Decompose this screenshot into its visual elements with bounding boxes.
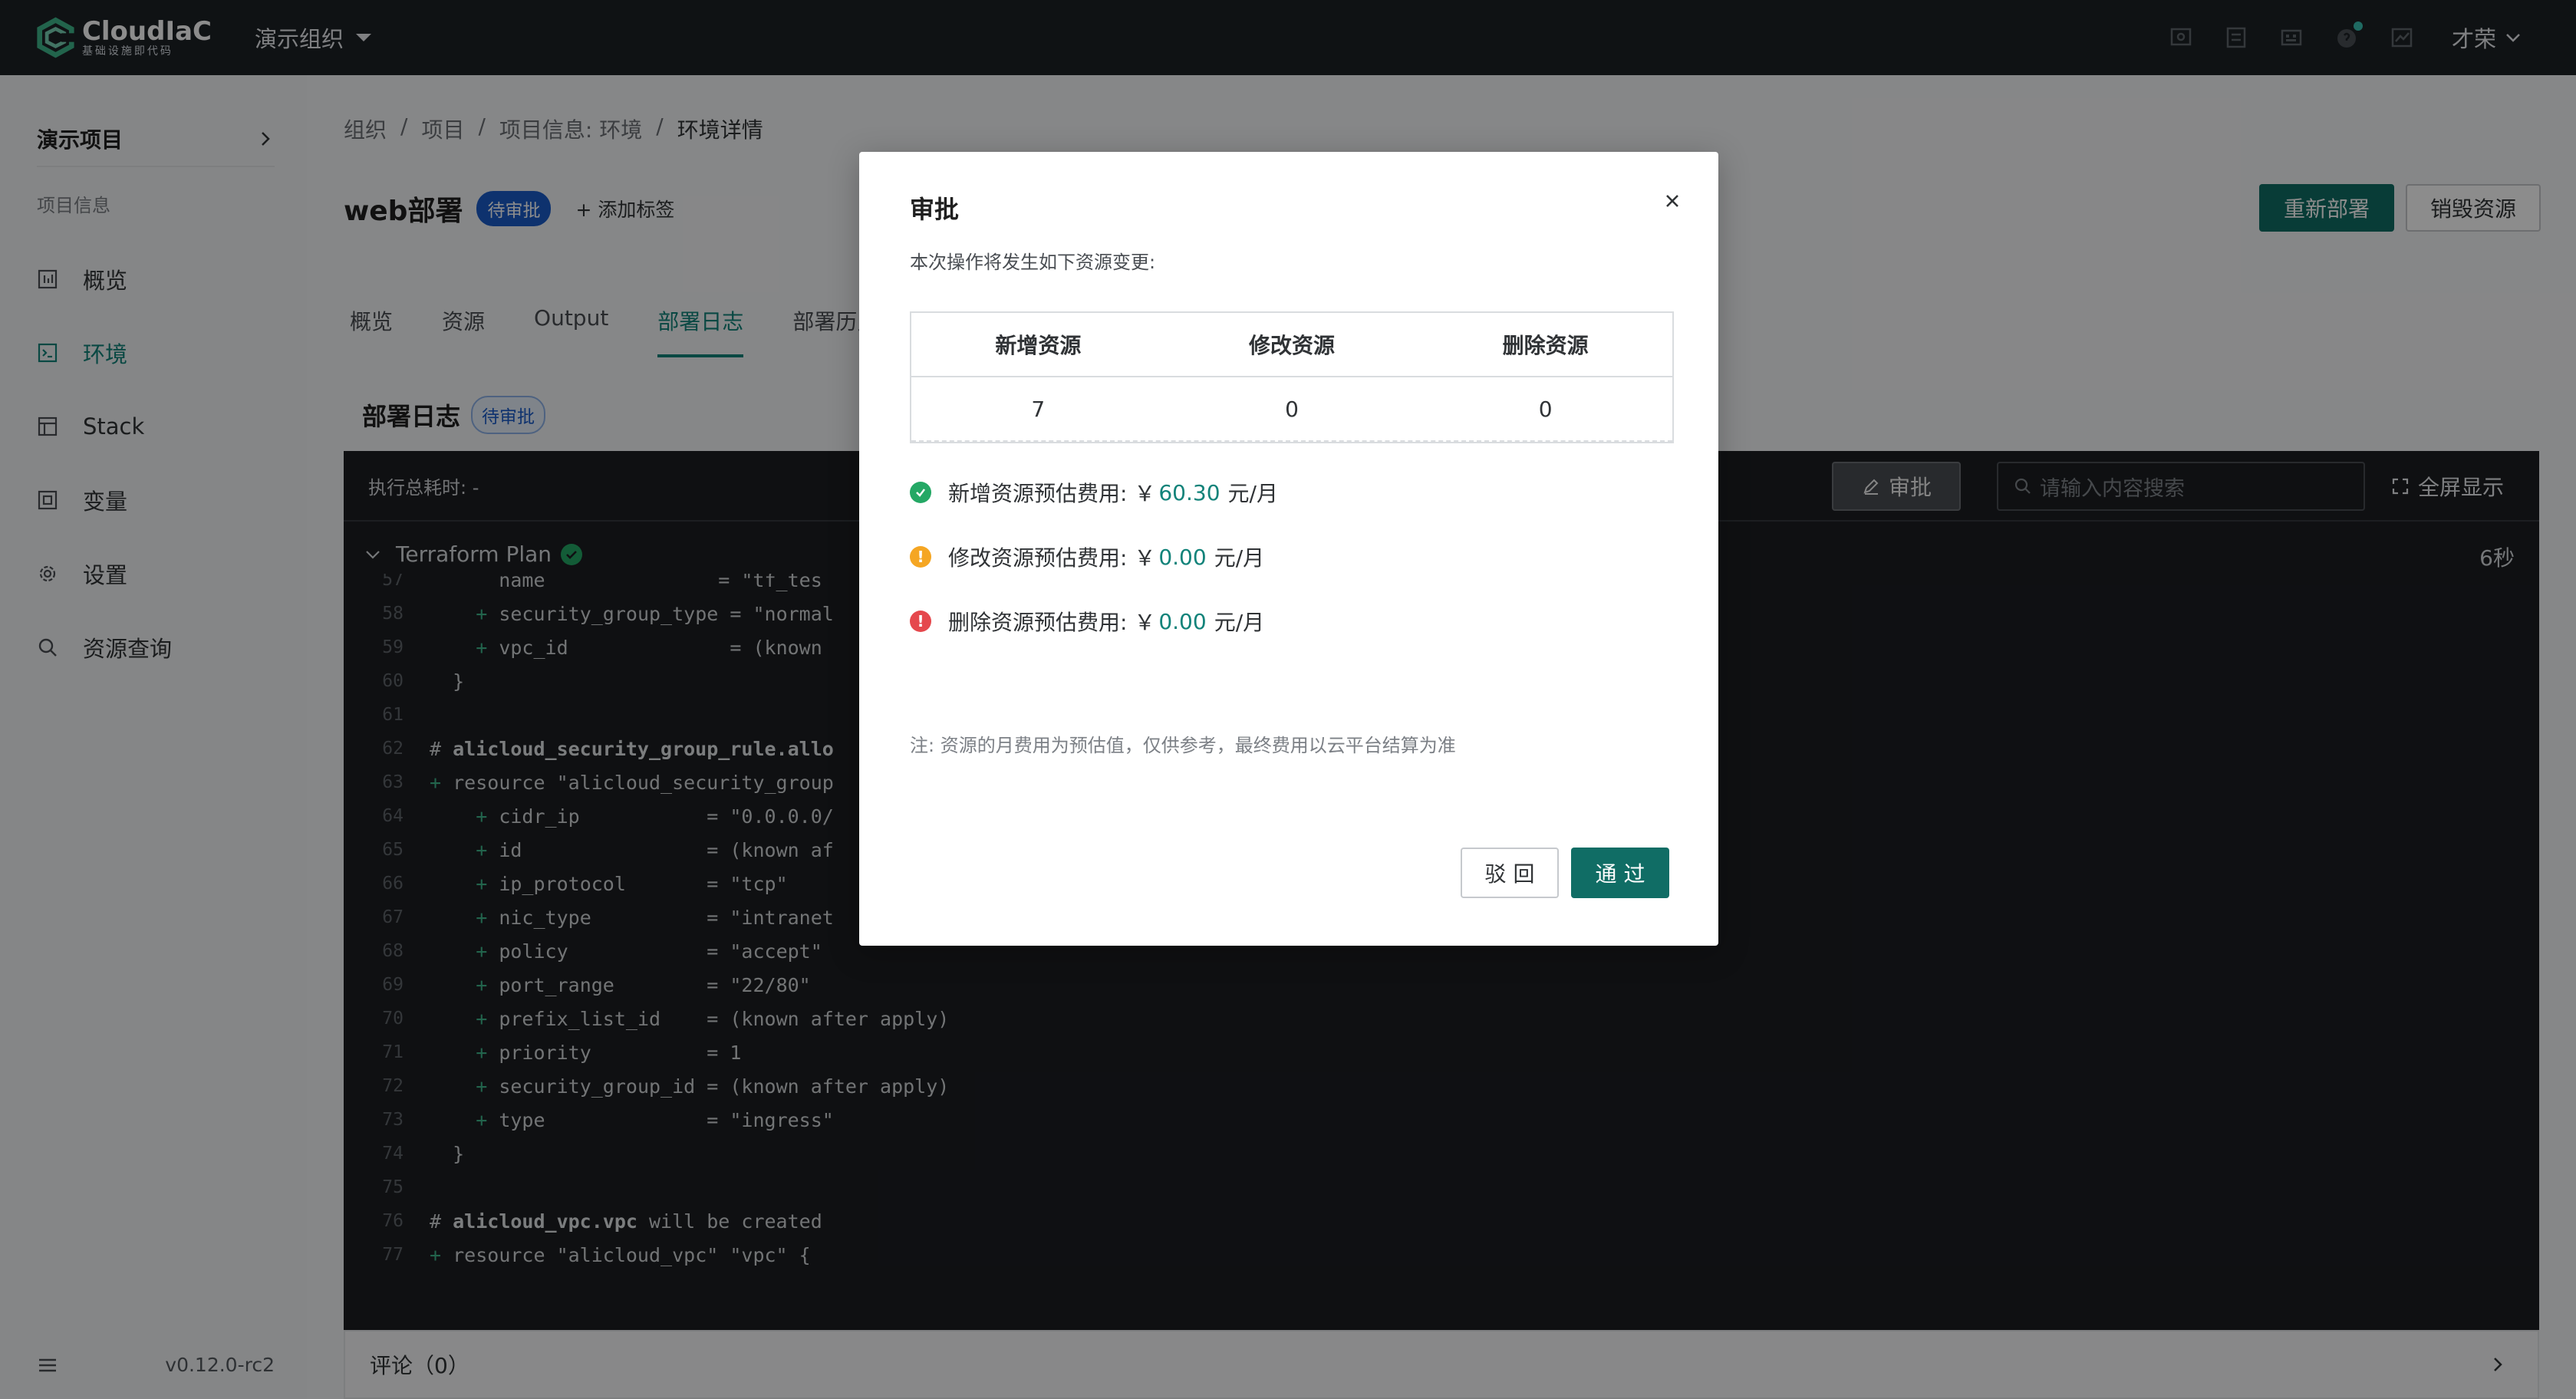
cost-value: 0.00 — [1158, 544, 1207, 570]
cost-value: 0.00 — [1158, 608, 1207, 634]
cost-unit: 元/月 — [1214, 610, 1265, 635]
reject-button[interactable]: 驳 回 — [1461, 848, 1559, 898]
pass-button[interactable]: 通 过 — [1571, 848, 1669, 898]
success-check-icon — [910, 482, 931, 503]
cost-deleted: ! 删除资源预估费用: ￥ 0.00 元/月 — [910, 606, 1264, 637]
value-deleted: 0 — [1538, 396, 1553, 422]
resource-change-table: 新增资源 修改资源 删除资源 7 0 0 — [910, 311, 1674, 443]
header-added: 新增资源 — [995, 333, 1082, 358]
approval-modal: 审批 本次操作将发生如下资源变更: 新增资源 修改资源 删除资源 7 0 0 新… — [859, 152, 1718, 946]
cost-unit: 元/月 — [1214, 545, 1265, 571]
cost-modified: ! 修改资源预估费用: ￥ 0.00 元/月 — [910, 541, 1264, 572]
cost-label: 新增资源预估费用: ￥ — [948, 481, 1156, 506]
value-added: 7 — [1031, 396, 1046, 422]
error-icon: ! — [910, 611, 931, 632]
modal-subtitle: 本次操作将发生如下资源变更: — [910, 252, 1156, 273]
cost-label: 修改资源预估费用: ￥ — [948, 545, 1156, 571]
value-modified: 0 — [1285, 396, 1299, 422]
close-icon[interactable] — [1662, 190, 1683, 212]
cost-label: 删除资源预估费用: ￥ — [948, 610, 1156, 635]
header-deleted: 删除资源 — [1502, 333, 1589, 358]
modal-note: 注: 资源的月费用为预估值，仅供参考，最终费用以云平台结算为准 — [910, 735, 1456, 756]
modal-title: 审批 — [910, 195, 960, 224]
cost-added: 新增资源预估费用: ￥ 60.30 元/月 — [910, 477, 1278, 508]
warning-icon: ! — [910, 546, 931, 568]
header-modified: 修改资源 — [1249, 333, 1336, 358]
cost-value: 60.30 — [1158, 479, 1220, 505]
cost-unit: 元/月 — [1227, 481, 1278, 506]
